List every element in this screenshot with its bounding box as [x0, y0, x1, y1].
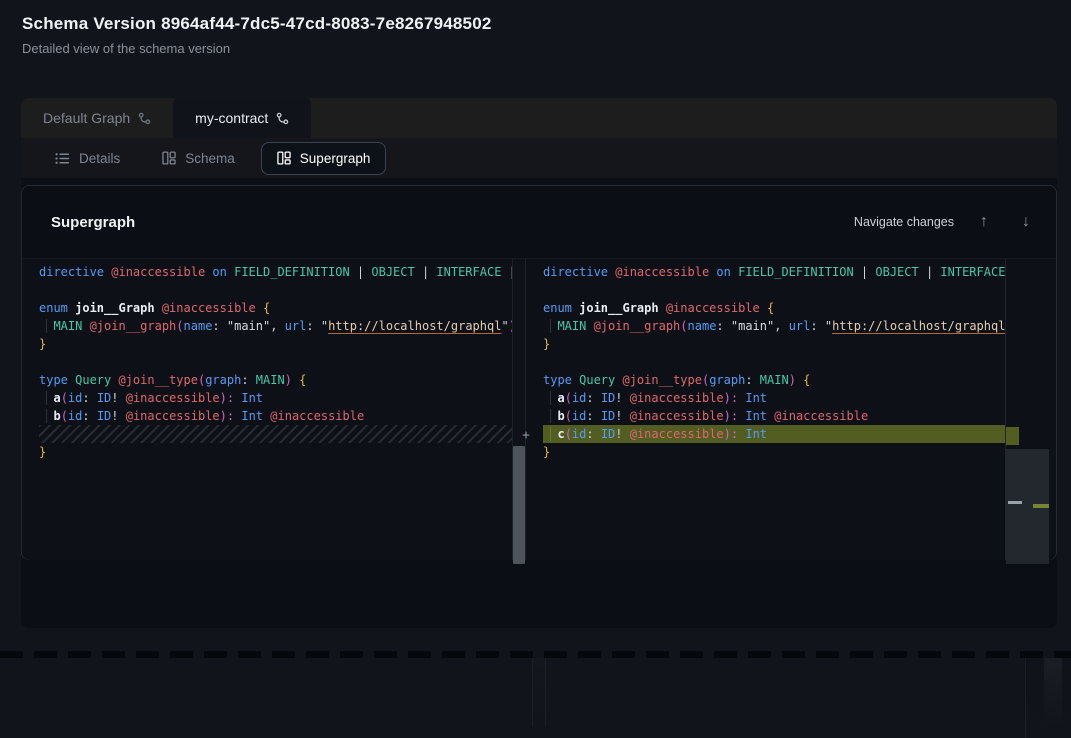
code-line — [39, 281, 512, 299]
minimap-viewport[interactable] — [1006, 449, 1049, 564]
minimap-position-marker — [1008, 501, 1022, 504]
page-header: Schema Version 8964af44-7dc5-47cd-8083-7… — [22, 14, 492, 56]
columns-icon — [162, 151, 176, 165]
next-change-button[interactable]: ↓ — [1014, 212, 1038, 232]
code-line: } — [543, 335, 1005, 353]
subtab-label: Supergraph — [300, 151, 371, 166]
supergraph-panel-header: Supergraph Navigate changes ↑ ↓ — [22, 186, 1056, 258]
code-line: enum join__Graph @inaccessible { — [39, 299, 512, 317]
code-line — [543, 353, 1005, 371]
tab-my-contract[interactable]: my-contract — [173, 98, 311, 138]
page-subtitle: Detailed view of the schema version — [22, 41, 492, 56]
code-before: directive @inaccessible on FIELD_DEFINIT… — [22, 259, 512, 461]
code-line: } — [39, 443, 512, 461]
page-title: Schema Version 8964af44-7dc5-47cd-8083-7… — [22, 14, 492, 34]
code-line: MAIN @join__graph(name: "main", url: "ht… — [543, 317, 1005, 335]
supergraph-panel: Supergraph Navigate changes ↑ ↓ directiv… — [21, 185, 1057, 560]
branch-icon — [138, 112, 151, 125]
code-line: directive @inaccessible on FIELD_DEFINIT… — [543, 263, 1005, 281]
code-line: a(id: ID! @inaccessible): Int — [39, 389, 512, 407]
tab-label: my-contract — [195, 110, 268, 126]
code-line: type Query @join__type(graph: MAIN) { — [39, 371, 512, 389]
subtab-label: Schema — [185, 151, 235, 166]
diff-panel-after[interactable]: directive @inaccessible on FIELD_DEFINIT… — [526, 259, 1005, 560]
minimap-added-change-marker — [1033, 504, 1049, 508]
branch-icon — [276, 112, 289, 125]
columns-icon — [277, 151, 291, 165]
subtab-schema[interactable]: Schema — [146, 142, 251, 175]
previous-change-button[interactable]: ↑ — [972, 212, 996, 232]
code-line: a(id: ID! @inaccessible): Int — [543, 389, 1005, 407]
list-icon — [55, 152, 70, 165]
vertical-scrollbar-thumb[interactable] — [513, 446, 525, 564]
collapsed-diff-placeholder — [39, 425, 512, 443]
tab-default-graph[interactable]: Default Graph — [21, 98, 173, 138]
diff-panel-before[interactable]: directive @inaccessible on FIELD_DEFINIT… — [22, 259, 512, 560]
navigate-changes-label: Navigate changes — [854, 215, 954, 229]
subtab-details[interactable]: Details — [39, 142, 136, 175]
added-code-line: c(id: ID! @inaccessible): Int — [543, 425, 1005, 443]
section-title: Supergraph — [51, 214, 135, 231]
code-line: b(id: ID! @inaccessible): Int @inaccessi… — [39, 407, 512, 425]
navigate-changes: Navigate changes ↑ ↓ — [854, 212, 1038, 232]
added-line-marker: + — [512, 427, 540, 445]
code-after: directive @inaccessible on FIELD_DEFINIT… — [526, 259, 1005, 461]
code-line: b(id: ID! @inaccessible): Int @inaccessi… — [543, 407, 1005, 425]
subtab-supergraph[interactable]: Supergraph — [261, 142, 387, 175]
bottom-dashed-edge — [0, 651, 1071, 658]
schema-version-card: Default Graph my-contract Details Schema Su… — [21, 98, 1057, 628]
graph-tabs: Default Graph my-contract — [21, 98, 1057, 138]
tab-label: Default Graph — [43, 110, 130, 126]
view-subtabs: Details Schema Supergraph — [21, 138, 1057, 178]
minimap-overflow-strip — [1025, 658, 1071, 738]
code-line: enum join__Graph @inaccessible { — [543, 299, 1005, 317]
gutter-overflow-strip — [532, 658, 546, 726]
code-line: directive @inaccessible on FIELD_DEFINIT… — [39, 263, 512, 281]
subtab-label: Details — [79, 151, 120, 166]
code-line — [39, 353, 512, 371]
schema-diff-editor: directive @inaccessible on FIELD_DEFINIT… — [22, 258, 1056, 560]
code-line: MAIN @join__graph(name: "main", url: "ht… — [39, 317, 512, 335]
code-line: } — [543, 443, 1005, 461]
code-line: type Query @join__type(graph: MAIN) { — [543, 371, 1005, 389]
code-line: } — [39, 335, 512, 353]
code-line — [543, 281, 1005, 299]
added-line-highlight-extension — [1005, 427, 1019, 445]
